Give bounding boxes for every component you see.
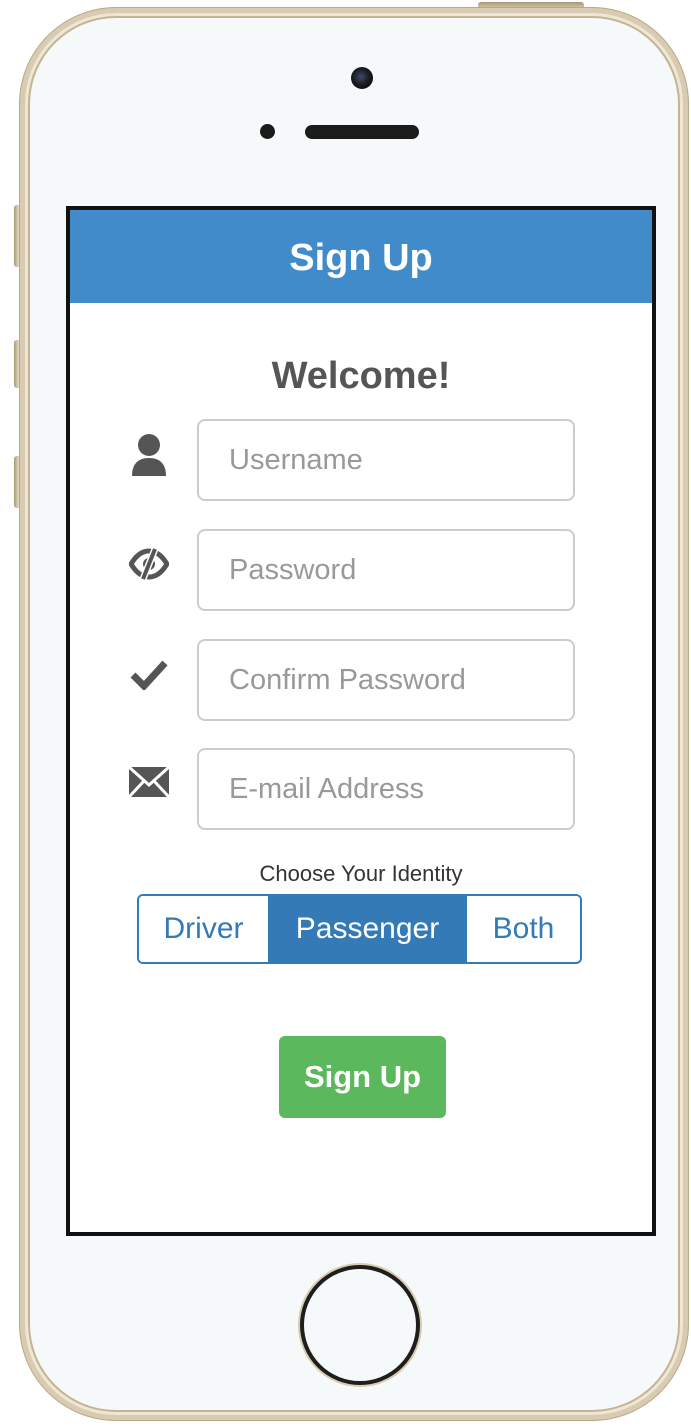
welcome-heading: Welcome! (271, 355, 451, 397)
email-input[interactable] (197, 748, 575, 830)
username-input[interactable] (197, 419, 575, 501)
home-button (300, 1265, 420, 1385)
proximity-sensor (260, 124, 275, 139)
identity-option-passenger[interactable]: Passenger (268, 896, 467, 962)
identity-label: Choose Your Identity (259, 861, 463, 886)
identity-selector: Driver Passenger Both (137, 894, 582, 964)
front-camera (351, 67, 373, 89)
sign-up-button[interactable]: Sign Up (279, 1036, 446, 1118)
identity-option-driver[interactable]: Driver (139, 896, 268, 962)
envelope-icon (124, 757, 174, 807)
user-icon (124, 429, 174, 479)
eye-slash-icon (124, 539, 174, 589)
header-title: Sign Up (70, 210, 652, 303)
identity-option-both[interactable]: Both (467, 896, 580, 962)
app-screen: Sign Up Welcome! Choose Your Ide (66, 206, 656, 1236)
check-icon (124, 649, 174, 699)
password-input[interactable] (197, 529, 575, 611)
earpiece-speaker (305, 125, 419, 139)
confirm-password-input[interactable] (197, 639, 575, 721)
